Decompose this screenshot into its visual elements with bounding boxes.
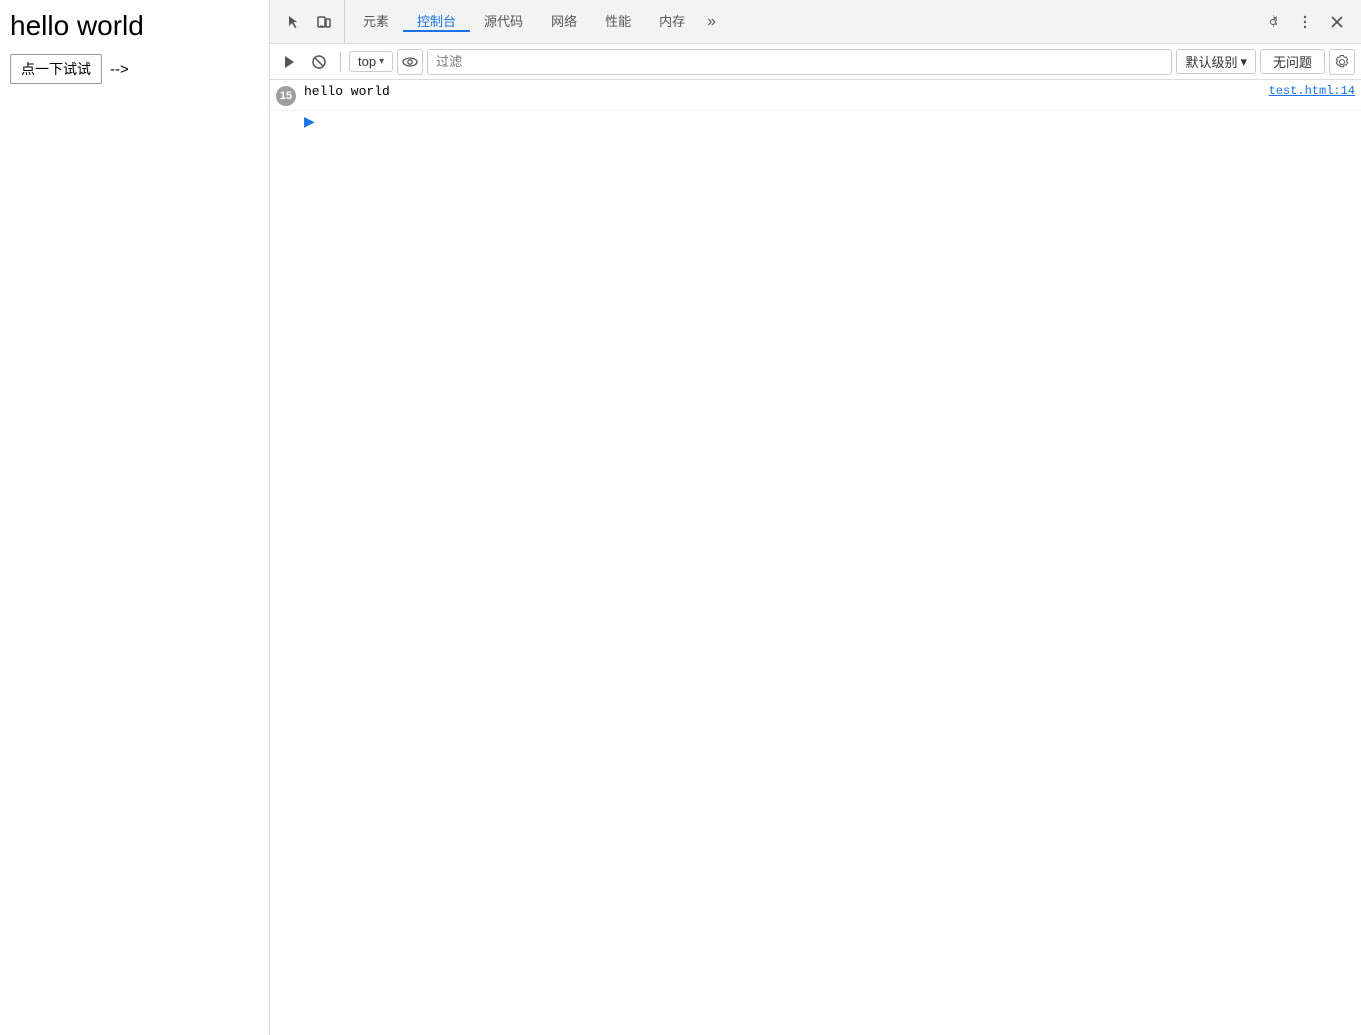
click-button[interactable]: 点一下试试 bbox=[10, 54, 102, 84]
block-button[interactable] bbox=[306, 49, 332, 75]
console-expand-row: ▶ bbox=[270, 111, 1361, 133]
no-issues-label: 无问题 bbox=[1273, 55, 1312, 70]
more-options-icon[interactable] bbox=[1291, 8, 1319, 36]
separator-1 bbox=[340, 52, 341, 72]
toolbar-right bbox=[1253, 8, 1357, 36]
console-content: 15 hello world test.html:14 ▶ bbox=[270, 80, 1361, 1035]
context-selector[interactable]: top ▾ bbox=[349, 51, 393, 72]
devtools-tabs: 元素 控制台 源代码 网络 性能 内存 » bbox=[345, 11, 1253, 32]
tab-console[interactable]: 控制台 bbox=[403, 11, 470, 32]
expand-arrow-icon[interactable]: ▶ bbox=[304, 113, 315, 129]
no-issues-button[interactable]: 无问题 bbox=[1260, 49, 1325, 74]
devtools-toolbar: 元素 控制台 源代码 网络 性能 内存 » bbox=[270, 0, 1361, 44]
level-label: 默认级别 bbox=[1185, 52, 1237, 71]
inspect-icon[interactable] bbox=[280, 8, 308, 36]
tab-more-icon[interactable]: » bbox=[699, 11, 724, 32]
context-dropdown-arrow: ▾ bbox=[379, 56, 384, 67]
toolbar-icon-group-left bbox=[274, 0, 345, 43]
page-button-row: 点一下试试 --> bbox=[10, 54, 259, 84]
tab-network[interactable]: 网络 bbox=[537, 11, 591, 32]
console-toolbar: top ▾ 默认级别 ▾ 无问题 bbox=[270, 44, 1361, 80]
run-button[interactable] bbox=[276, 49, 302, 75]
console-log-row: 15 hello world test.html:14 bbox=[270, 80, 1361, 111]
settings-icon[interactable] bbox=[1259, 8, 1287, 36]
devtools-panel: 元素 控制台 源代码 网络 性能 内存 » bbox=[270, 0, 1361, 1035]
page-title: hello world bbox=[10, 10, 259, 42]
close-icon[interactable] bbox=[1323, 8, 1351, 36]
device-toggle-icon[interactable] bbox=[310, 8, 338, 36]
tab-performance[interactable]: 性能 bbox=[591, 11, 645, 32]
level-dropdown-arrow: ▾ bbox=[1240, 54, 1247, 70]
context-label: top bbox=[358, 54, 376, 69]
log-count-badge: 15 bbox=[276, 86, 296, 106]
webpage-panel: hello world 点一下试试 --> bbox=[0, 0, 270, 1035]
arrow-text: --> bbox=[110, 61, 129, 78]
log-source[interactable]: test.html:14 bbox=[1269, 84, 1355, 98]
console-settings-button[interactable] bbox=[1329, 49, 1355, 75]
log-message: hello world bbox=[304, 84, 1261, 99]
tab-memory[interactable]: 内存 bbox=[645, 11, 699, 32]
level-selector[interactable]: 默认级别 ▾ bbox=[1176, 49, 1256, 74]
eye-button[interactable] bbox=[397, 49, 423, 75]
tab-elements[interactable]: 元素 bbox=[349, 11, 403, 32]
filter-input[interactable] bbox=[427, 49, 1172, 75]
tab-sources[interactable]: 源代码 bbox=[470, 11, 537, 32]
